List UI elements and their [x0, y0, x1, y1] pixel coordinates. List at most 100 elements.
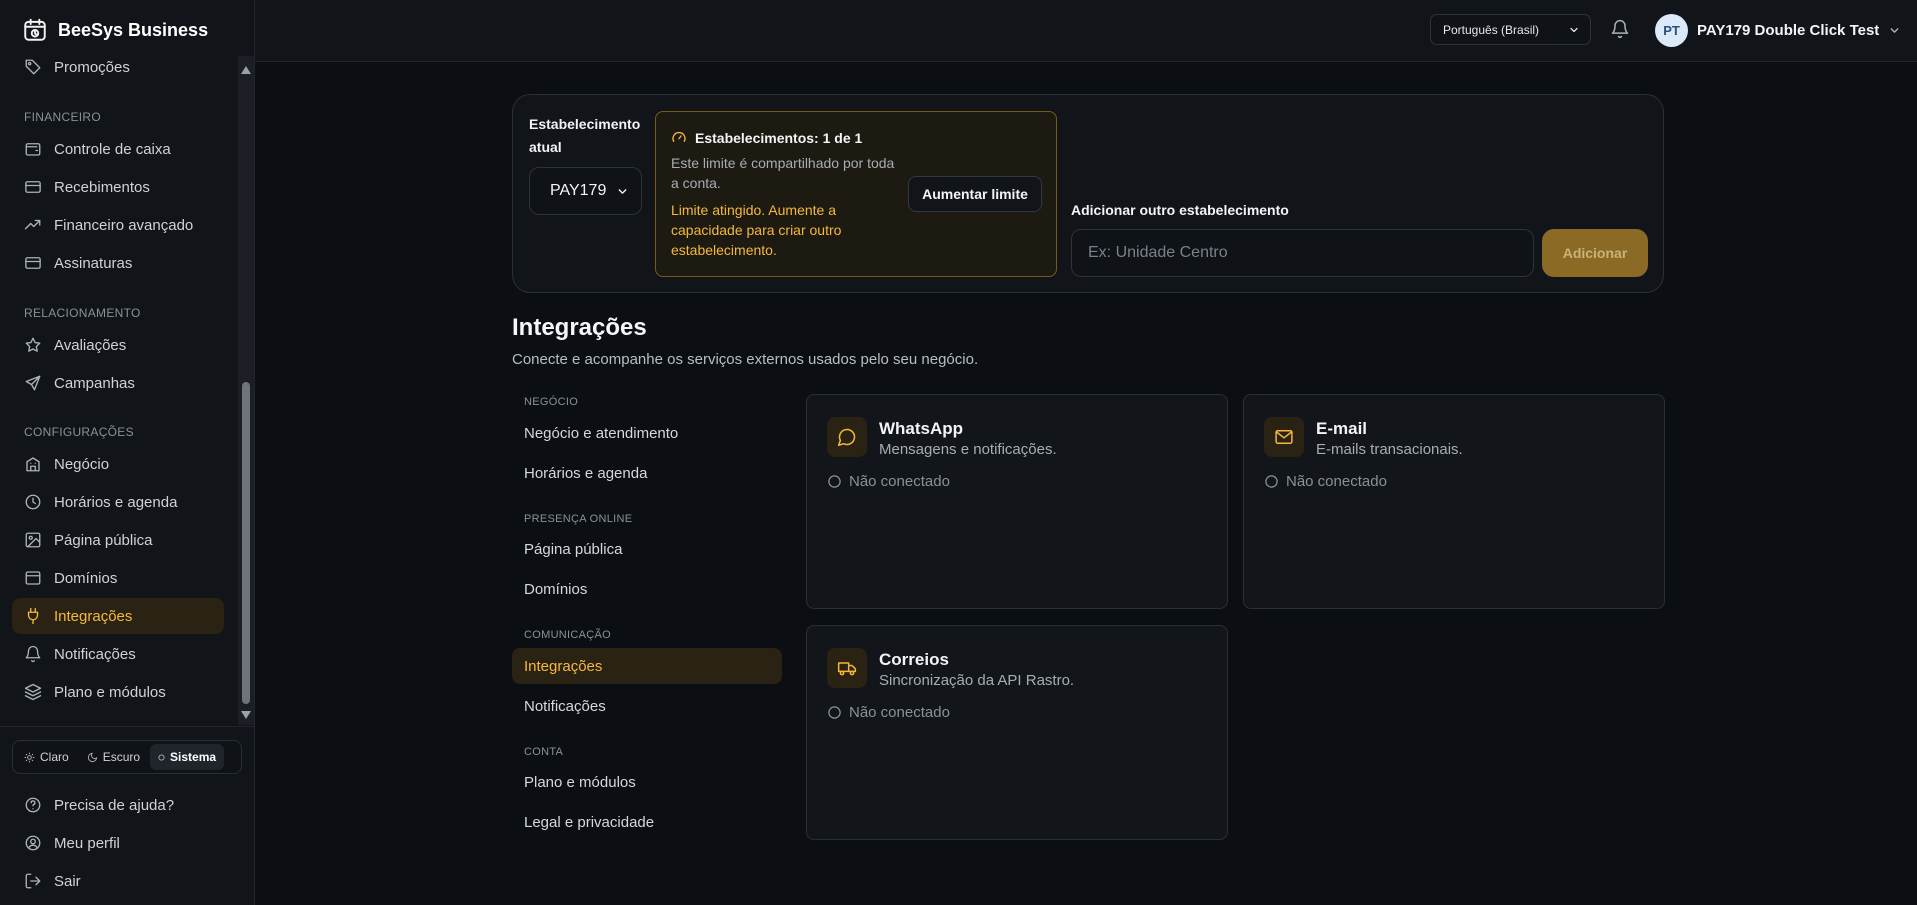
- add-establishment-label: Adicionar outro estabelecimento: [1071, 202, 1289, 218]
- add-establishment-button[interactable]: Adicionar: [1542, 229, 1648, 277]
- sidebar-item-dominios[interactable]: Domínios: [12, 560, 224, 596]
- subnav-item-dominios[interactable]: Domínios: [512, 571, 782, 607]
- integration-status-text: Não conectado: [849, 473, 950, 490]
- system-icon: [158, 753, 165, 761]
- sidebar-item-financeiro-avancado[interactable]: Financeiro avançado: [12, 207, 224, 243]
- clock-icon: [24, 493, 42, 511]
- limit-title: Estabelecimentos: 1 de 1: [671, 130, 862, 146]
- limit-description: Este limite é compartilhado por toda a c…: [671, 155, 895, 191]
- sidebar: BeeSys Business Promoções FINANCEIRO Con…: [0, 0, 255, 905]
- sidebar-item-negocio[interactable]: Negócio: [12, 446, 224, 482]
- sidebar-scrollbar[interactable]: [238, 56, 254, 725]
- scroll-up-arrow-icon[interactable]: [241, 66, 251, 74]
- sidebar-item-label: Promoções: [54, 58, 130, 76]
- integration-icon: [827, 648, 867, 688]
- status-circle-icon: [1264, 474, 1279, 489]
- sidebar-item-recebimentos[interactable]: Recebimentos: [12, 169, 224, 205]
- integration-status: Não conectado: [827, 473, 950, 490]
- language-select[interactable]: Português (Brasil): [1430, 14, 1591, 45]
- user-name: PAY179 Double Click Test: [1697, 21, 1880, 39]
- subnav-section-negocio: NEGÓCIO: [524, 396, 579, 408]
- sidebar-item-label: Recebimentos: [54, 178, 150, 196]
- theme-option-escuro[interactable]: Escuro: [79, 744, 148, 770]
- user-menu[interactable]: PT PAY179 Double Click Test: [1655, 13, 1901, 47]
- subnav-item-horarios-e-agenda[interactable]: Horários e agenda: [512, 455, 782, 491]
- sidebar-item-label: Plano e módulos: [54, 683, 166, 701]
- establishment-select[interactable]: PAY179: [529, 167, 642, 215]
- sidebar-item-assinaturas[interactable]: Assinaturas: [12, 245, 224, 281]
- language-value: Português (Brasil): [1443, 22, 1540, 37]
- subnav-item-notificacoes[interactable]: Notificações: [512, 688, 782, 724]
- integration-name: Correios: [879, 650, 949, 669]
- limit-title-text: Estabelecimentos: 1 de 1: [695, 130, 863, 146]
- logout-icon: [24, 872, 42, 890]
- sidebar-nav[interactable]: Promoções FINANCEIRO Controle de caixa R…: [0, 56, 255, 725]
- sidebar-item-promocoes[interactable]: Promoções: [12, 56, 224, 83]
- sidebar-item-campanhas[interactable]: Campanhas: [12, 365, 224, 401]
- integration-card-whatsapp[interactable]: WhatsApp Mensagens e notificações. Não c…: [806, 394, 1228, 609]
- raise-limit-button[interactable]: Aumentar limite: [908, 176, 1042, 212]
- tag-icon: [24, 58, 42, 76]
- sidebar-item-label: Notificações: [54, 645, 136, 663]
- status-circle-icon: [827, 474, 842, 489]
- sidebar-item-label: Campanhas: [54, 374, 135, 392]
- sidebar-item-notificacoes[interactable]: Notificações: [12, 636, 224, 672]
- subnav-item-negocio-e-atendimento[interactable]: Negócio e atendimento: [512, 415, 782, 451]
- scroll-down-arrow-icon[interactable]: [241, 711, 251, 719]
- sidebar-item-avaliacoes[interactable]: Avaliações: [12, 327, 224, 363]
- truck-icon: [837, 658, 857, 678]
- profile-label: Meu perfil: [54, 834, 120, 852]
- establishment-value: PAY179: [550, 182, 607, 199]
- sidebar-item-integracoes[interactable]: Integrações: [12, 598, 224, 634]
- subnav-item-plano-e-modulos[interactable]: Plano e módulos: [512, 764, 782, 800]
- integration-name: WhatsApp: [879, 419, 964, 438]
- mail-icon: [1274, 427, 1294, 447]
- integration-description: E-mails transacionais.: [1316, 441, 1463, 458]
- subnav-item-integracoes[interactable]: Integrações: [512, 648, 782, 684]
- help-icon: [24, 796, 42, 814]
- subnav-section-conta: CONTA: [524, 746, 564, 758]
- page-title: Integrações: [512, 314, 647, 341]
- sidebar-item-label: Assinaturas: [54, 254, 133, 272]
- sidebar-item-label: Página pública: [54, 531, 153, 549]
- integration-status: Não conectado: [827, 704, 950, 721]
- integration-description: Mensagens e notificações.: [879, 441, 1057, 458]
- profile-link[interactable]: Meu perfil: [12, 825, 224, 861]
- sidebar-item-pagina-publica[interactable]: Página pública: [12, 522, 224, 558]
- subnav-section-presenca-online: PRESENÇA ONLINE: [524, 513, 633, 525]
- integration-status-text: Não conectado: [1286, 473, 1387, 490]
- sidebar-item-controle-de-caixa[interactable]: Controle de caixa: [12, 131, 224, 167]
- image-icon: [24, 531, 42, 549]
- theme-option-label: Claro: [40, 750, 69, 764]
- logout-link[interactable]: Sair: [12, 863, 224, 899]
- theme-option-claro[interactable]: Claro: [16, 744, 77, 770]
- status-circle-icon: [827, 705, 842, 720]
- scroll-thumb[interactable]: [242, 382, 250, 704]
- help-link[interactable]: Precisa de ajuda?: [12, 787, 224, 823]
- integration-card-correios[interactable]: Correios Sincronização da API Rastro. Nã…: [806, 625, 1228, 840]
- integration-card-email[interactable]: E-mail E-mails transacionais. Não conect…: [1243, 394, 1665, 609]
- limit-notice: Estabelecimentos: 1 de 1 Este limite é c…: [655, 111, 1057, 277]
- sidebar-section-financeiro: FINANCEIRO: [24, 110, 102, 124]
- subnav-item-legal-e-privacidade[interactable]: Legal e privacidade: [512, 804, 782, 840]
- sidebar-item-plano-e-modulos[interactable]: Plano e módulos: [12, 674, 224, 710]
- globe-icon: [24, 569, 42, 587]
- establishment-card: Estabelecimento atual PAY179 Estabelecim…: [512, 94, 1664, 293]
- wallet-icon: [24, 140, 42, 158]
- brand[interactable]: BeeSys Business: [22, 16, 208, 44]
- sidebar-item-horarios-e-agenda[interactable]: Horários e agenda: [12, 484, 224, 520]
- theme-option-label: Sistema: [170, 750, 217, 764]
- avatar: PT: [1655, 13, 1688, 47]
- sidebar-item-label: Controle de caixa: [54, 140, 171, 158]
- sidebar-bottom: Claro Escuro Sistema Precisa de ajuda? M…: [0, 726, 255, 905]
- subnav-item-pagina-publica[interactable]: Página pública: [512, 531, 782, 567]
- page-subtitle: Conecte e acompanhe os serviços externos…: [512, 351, 979, 368]
- theme-option-sistema[interactable]: Sistema: [150, 744, 225, 770]
- notifications-bell-icon[interactable]: [1610, 19, 1630, 39]
- sidebar-item-label: Financeiro avançado: [54, 216, 194, 234]
- layers-icon: [24, 683, 42, 701]
- add-establishment-input[interactable]: [1071, 229, 1534, 277]
- subnav-section-comunicacao: COMUNICAÇÃO: [524, 629, 612, 641]
- chevron-down-icon: [1568, 24, 1580, 36]
- topbar: Português (Brasil) PT PAY179 Double Clic…: [255, 0, 1917, 62]
